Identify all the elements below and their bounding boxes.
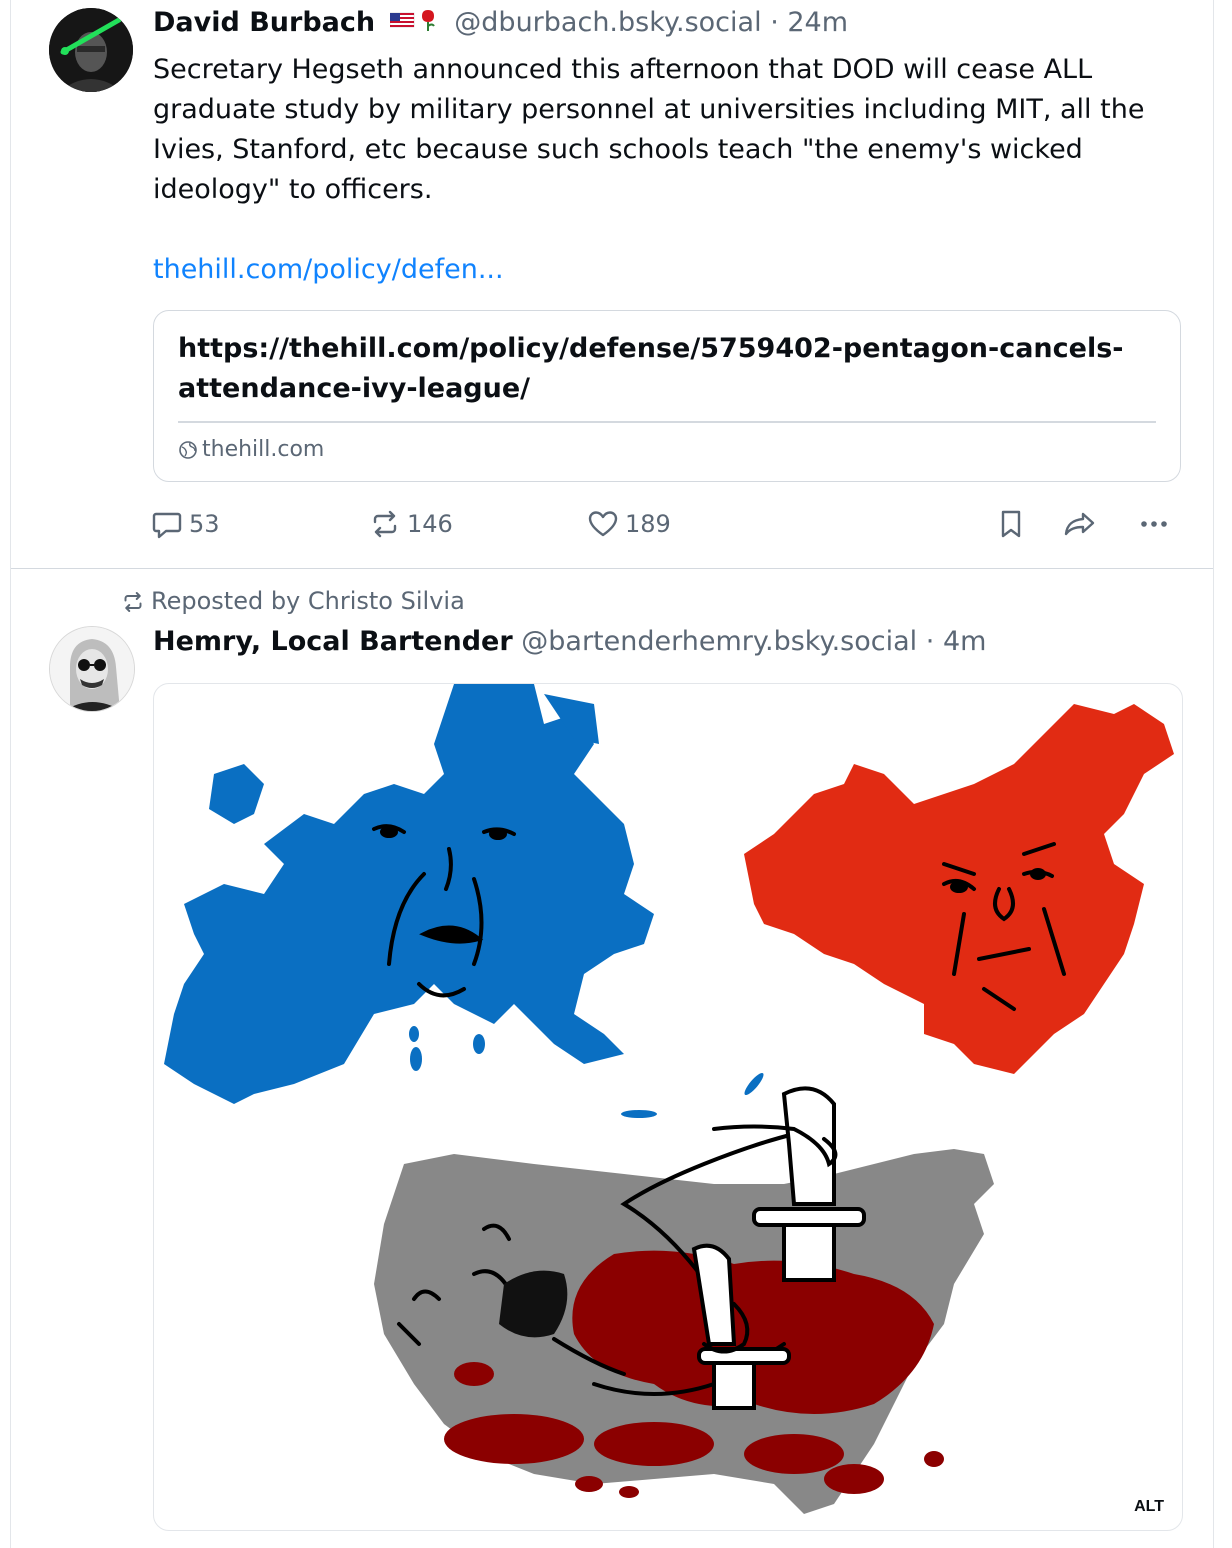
author-name[interactable]: Hemry, Local Bartender [153, 626, 513, 657]
divider [178, 421, 1156, 423]
post[interactable]: David Burbach @dburbach.bsky.social · 24… [11, 0, 1213, 569]
avatar[interactable] [49, 626, 135, 712]
repost-label[interactable]: Reposted by Christo Silvia [121, 584, 465, 618]
feed: David Burbach @dburbach.bsky.social · 24… [10, 0, 1214, 1548]
globe-icon [179, 441, 197, 459]
link-card-title: https://thehill.com/policy/defense/57594… [178, 333, 1124, 404]
post-header: David Burbach @dburbach.bsky.social · 24… [153, 5, 848, 42]
author-handle[interactable]: @dburbach.bsky.social [454, 7, 761, 38]
like-count: 189 [625, 510, 671, 538]
cartoon-map-illustration [164, 684, 1174, 1514]
alt-text-button[interactable]: ALT [1126, 1494, 1172, 1520]
post-link[interactable]: thehill.com/policy/defen... [153, 250, 504, 290]
flag-rose-emoji-icon [389, 6, 442, 42]
bookmark-button[interactable] [995, 502, 1027, 544]
post-time[interactable]: 24m [787, 7, 848, 38]
separator-dot: · [770, 7, 779, 38]
separator-dot: · [925, 626, 935, 657]
like-button[interactable]: 189 [587, 502, 671, 545]
reply-icon [152, 512, 182, 539]
repost-count: 146 [407, 510, 453, 538]
europe-shape [164, 684, 764, 1118]
share-button[interactable] [1063, 502, 1097, 544]
author-name[interactable]: David Burbach [153, 7, 375, 38]
repost-icon [373, 510, 397, 538]
author-handle[interactable]: @bartenderhemry.bsky.social [521, 626, 917, 657]
reply-button[interactable]: 53 [151, 502, 220, 545]
post-image[interactable]: ALT [153, 683, 1183, 1531]
link-card[interactable]: https://thehill.com/policy/defense/57594… [153, 310, 1181, 482]
post-time[interactable]: 4m [943, 626, 986, 657]
link-card-domain-text: thehill.com [202, 437, 325, 462]
reply-count: 53 [189, 510, 220, 538]
link-card-domain: thehill.com [178, 435, 324, 465]
repost-button[interactable]: 146 [369, 502, 453, 545]
action-bar: 53 146 189 [11, 502, 1213, 546]
avatar[interactable] [49, 8, 133, 92]
post-text: Secretary Hegseth announced this afterno… [153, 54, 1145, 205]
more-button[interactable] [1137, 502, 1171, 544]
repost-label-text: Reposted by Christo Silvia [151, 587, 465, 615]
like-icon [588, 511, 618, 537]
post[interactable]: Reposted by Christo Silvia Hemry, Local … [11, 568, 1213, 1548]
more-icon [1141, 521, 1167, 527]
repost-icon [124, 592, 142, 612]
post-header: Hemry, Local Bartender @bartenderhemry.b… [153, 624, 986, 660]
share-icon [1064, 512, 1095, 536]
bookmark-icon [1001, 510, 1021, 538]
